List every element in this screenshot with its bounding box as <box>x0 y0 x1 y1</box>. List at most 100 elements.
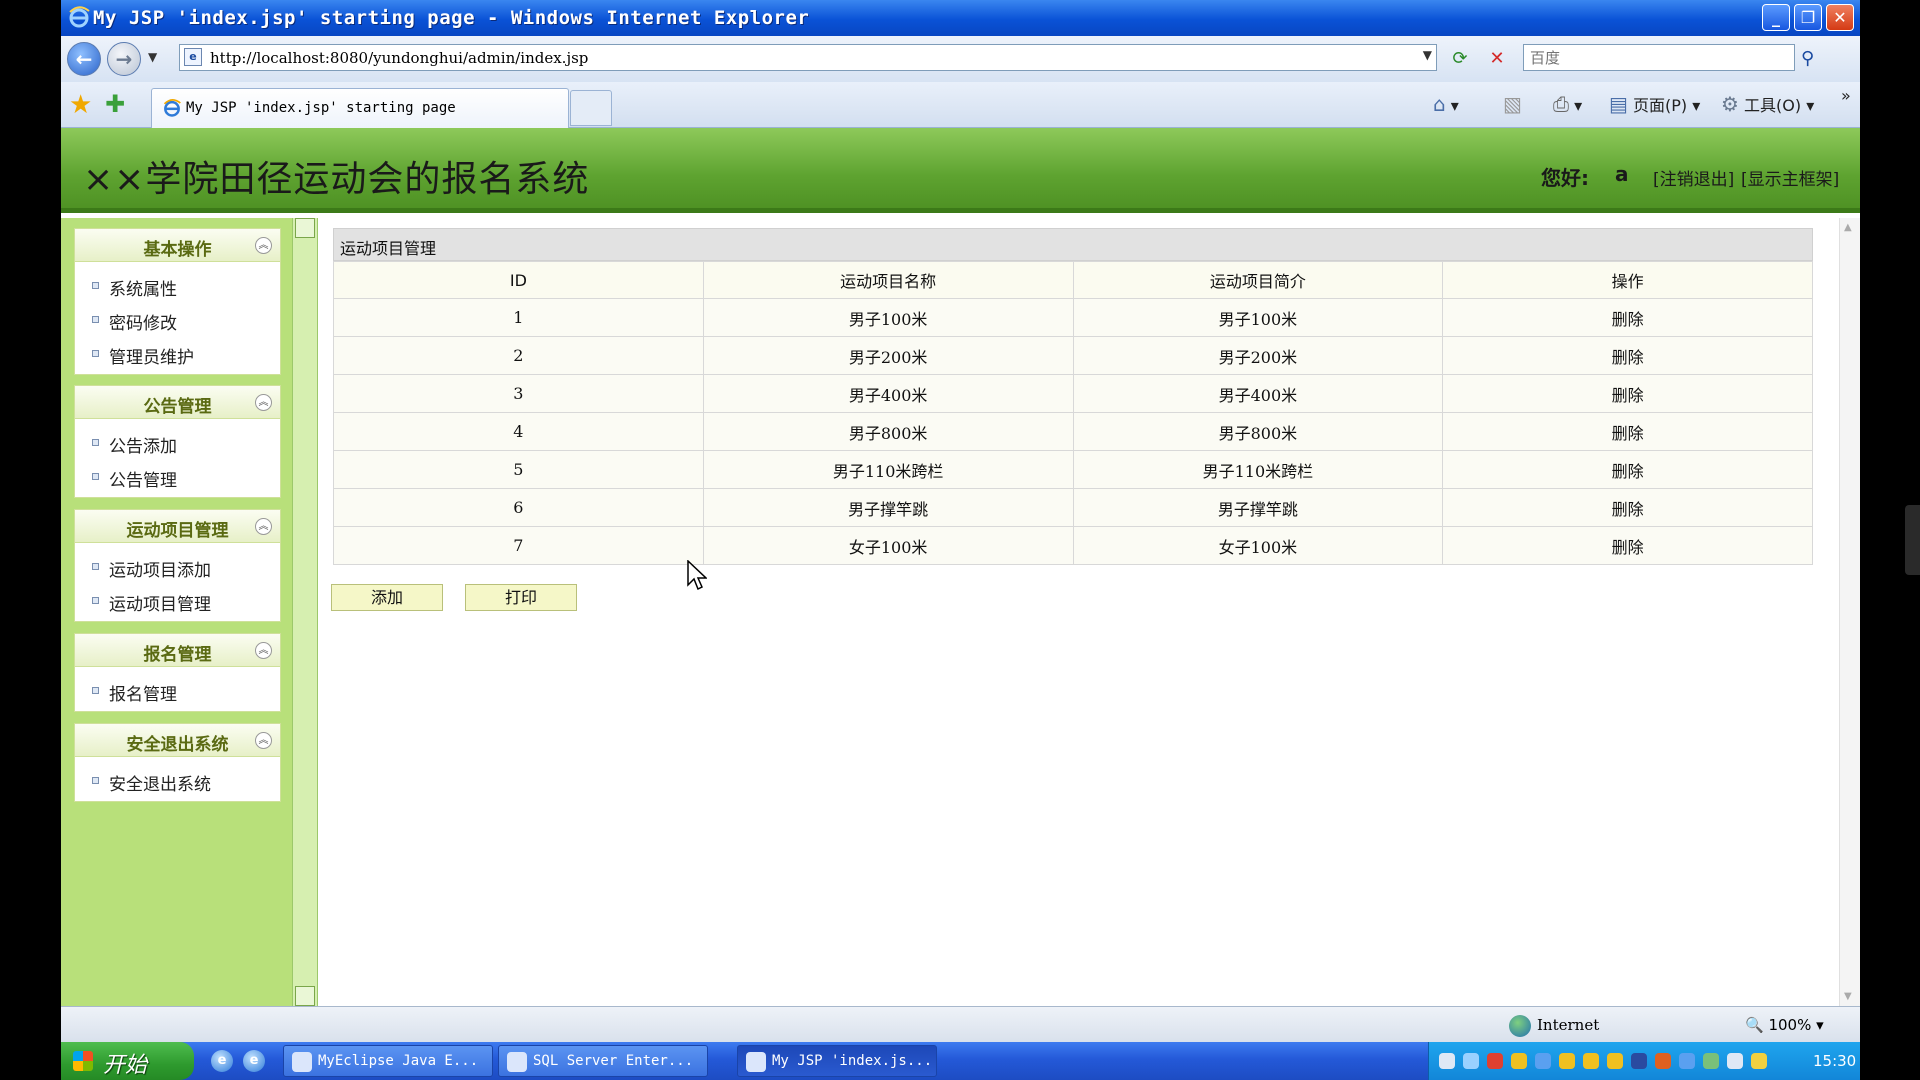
panel-title: 运动项目管理 <box>340 239 437 258</box>
menu-header[interactable]: 公告管理 ︽ <box>74 385 281 419</box>
delete-link[interactable]: 删除 <box>1442 450 1813 489</box>
system-tray: 15:30 <box>1428 1042 1860 1080</box>
qq-icon[interactable] <box>1607 1053 1623 1069</box>
favorites-star-icon[interactable]: ★ <box>69 90 92 120</box>
cell-id: 4 <box>333 412 704 451</box>
sogou-icon[interactable] <box>1655 1053 1671 1069</box>
collapse-icon[interactable]: ︽ <box>255 732 272 749</box>
cell-id: 7 <box>333 526 704 565</box>
sidebar: 基本操作 ︽ 系统属性 密码修改 管理员维护 公告管理 ︽ 公告添加 公告管理 <box>61 218 292 1006</box>
stop-icon[interactable]: ✕ <box>1482 45 1512 73</box>
minimize-button[interactable]: _ <box>1762 4 1790 31</box>
bullet-icon <box>92 316 99 323</box>
menu-header[interactable]: 运动项目管理 ︽ <box>74 509 281 543</box>
add-button[interactable]: 添加 <box>331 584 443 611</box>
windows-logo-icon <box>73 1051 93 1071</box>
show-frame-link[interactable]: [显示主框架] <box>1741 165 1839 190</box>
feeds-icon[interactable]: ▧ <box>1503 92 1522 116</box>
cell-id: 6 <box>333 488 704 527</box>
collapse-icon[interactable]: ︽ <box>255 394 272 411</box>
task-ie[interactable]: My JSP 'index.js... <box>737 1045 937 1077</box>
quicklaunch-ie-icon[interactable]: e <box>211 1050 233 1072</box>
tray-arrow-icon[interactable] <box>1463 1053 1479 1069</box>
sidebar-item-safe-exit[interactable]: 安全退出系统 <box>75 763 280 797</box>
delete-link[interactable]: 删除 <box>1442 488 1813 527</box>
task-myeclipse[interactable]: MyEclipse Java E... <box>283 1045 493 1077</box>
address-field[interactable]: e http://localhost:8080/yundonghui/admin… <box>179 44 1437 71</box>
network-icon[interactable] <box>1535 1053 1551 1069</box>
search-field[interactable] <box>1523 44 1795 71</box>
delete-link[interactable]: 删除 <box>1442 298 1813 337</box>
qq-icon[interactable] <box>1583 1053 1599 1069</box>
search-input[interactable] <box>1524 45 1794 70</box>
table-row: 1 男子100米 男子100米 删除 <box>333 298 1813 337</box>
sidebar-item-notice-add[interactable]: 公告添加 <box>75 425 280 459</box>
cell-name: 男子800米 <box>702 412 1074 451</box>
tray-app-icon[interactable] <box>1487 1053 1503 1069</box>
collapse-icon[interactable]: ︽ <box>255 237 272 254</box>
keyboard-icon[interactable] <box>1439 1053 1455 1069</box>
splitter-bottom-handle[interactable] <box>295 986 315 1006</box>
search-icon[interactable]: ⚲ <box>1801 48 1814 69</box>
delete-link[interactable]: 删除 <box>1442 374 1813 413</box>
quicklaunch-ie2-icon[interactable]: e <box>243 1050 265 1072</box>
delete-link[interactable]: 删除 <box>1442 336 1813 375</box>
sidebar-item-admin-maintenance[interactable]: 管理员维护 <box>75 336 280 370</box>
frame-splitter[interactable] <box>292 218 318 1006</box>
myeclipse-icon <box>292 1052 312 1072</box>
page-icon: e <box>184 48 202 66</box>
scroll-down-icon[interactable]: ▼ <box>1844 991 1852 1002</box>
collapse-icon[interactable]: ︽ <box>255 518 272 535</box>
sidebar-item-change-password[interactable]: 密码修改 <box>75 302 280 336</box>
bullet-icon <box>92 777 99 784</box>
task-sqlserver[interactable]: SQL Server Enter... <box>498 1045 708 1077</box>
forward-button[interactable]: → <box>107 42 141 76</box>
sidebar-item-event-add[interactable]: 运动项目添加 <box>75 549 280 583</box>
refresh-icon[interactable]: ⟳ <box>1445 45 1475 73</box>
print-icon[interactable]: ⎙ ▾ <box>1553 92 1582 116</box>
tab-current[interactable]: My JSP 'index.jsp' starting page <box>151 88 569 128</box>
sidebar-item-notice-manage[interactable]: 公告管理 <box>75 459 280 493</box>
bullet-icon <box>92 597 99 604</box>
scroll-up-icon[interactable]: ▲ <box>1844 222 1852 233</box>
tools-menu[interactable]: ⚙ 工具(O) ▾ <box>1721 92 1814 116</box>
close-button[interactable]: ✕ <box>1826 4 1854 31</box>
home-icon[interactable]: ⌂ ▾ <box>1433 92 1459 116</box>
menu-header[interactable]: 报名管理 ︽ <box>74 633 281 667</box>
start-button[interactable]: 开始 <box>61 1042 194 1080</box>
print-button[interactable]: 打印 <box>465 584 577 611</box>
zoom-control[interactable]: 🔍 100% ▾ <box>1745 1016 1824 1034</box>
address-dropdown-icon[interactable]: ▼ <box>1423 48 1432 62</box>
maximize-button[interactable]: ❐ <box>1794 4 1822 31</box>
delete-link[interactable]: 删除 <box>1442 526 1813 565</box>
security-icon[interactable] <box>1751 1053 1767 1069</box>
sidebar-item-system-properties[interactable]: 系统属性 <box>75 268 280 302</box>
chevron-more-icon[interactable]: » <box>1841 86 1851 105</box>
menu-header[interactable]: 基本操作 ︽ <box>74 228 281 262</box>
network-icon[interactable] <box>1679 1053 1695 1069</box>
add-favorites-icon[interactable]: ✚ <box>105 90 125 118</box>
sidebar-item-event-manage[interactable]: 运动项目管理 <box>75 583 280 617</box>
page-scrollbar[interactable]: ▲ ▼ <box>1839 218 1860 1006</box>
cell-intro: 男子110米跨栏 <box>1072 450 1444 489</box>
display-icon[interactable] <box>1727 1053 1743 1069</box>
qq-icon[interactable] <box>1559 1053 1575 1069</box>
edge-handle[interactable] <box>1905 505 1920 575</box>
collapse-icon[interactable]: ︽ <box>255 642 272 659</box>
history-dropdown-icon[interactable]: ▼ <box>148 50 157 64</box>
qq-icon[interactable] <box>1511 1053 1527 1069</box>
back-button[interactable]: ← <box>67 42 101 76</box>
splitter-top-handle[interactable] <box>295 218 315 238</box>
sidebar-item-registration-manage[interactable]: 报名管理 <box>75 673 280 707</box>
tray-app-icon[interactable] <box>1631 1053 1647 1069</box>
menu-header-label: 基本操作 <box>143 240 212 260</box>
delete-link[interactable]: 删除 <box>1442 412 1813 451</box>
sidebar-item-label: 公告管理 <box>109 471 177 491</box>
sidebar-item-label: 管理员维护 <box>109 348 194 368</box>
logout-link[interactable]: [注销退出] <box>1653 165 1734 190</box>
menu-header[interactable]: 安全退出系统 ︽ <box>74 723 281 757</box>
user-icon[interactable] <box>1703 1053 1719 1069</box>
page-menu[interactable]: ▤ 页面(P) ▾ <box>1609 92 1700 116</box>
address-url[interactable]: http://localhost:8080/yundonghui/admin/i… <box>210 49 588 67</box>
new-tab-button[interactable] <box>570 90 612 126</box>
